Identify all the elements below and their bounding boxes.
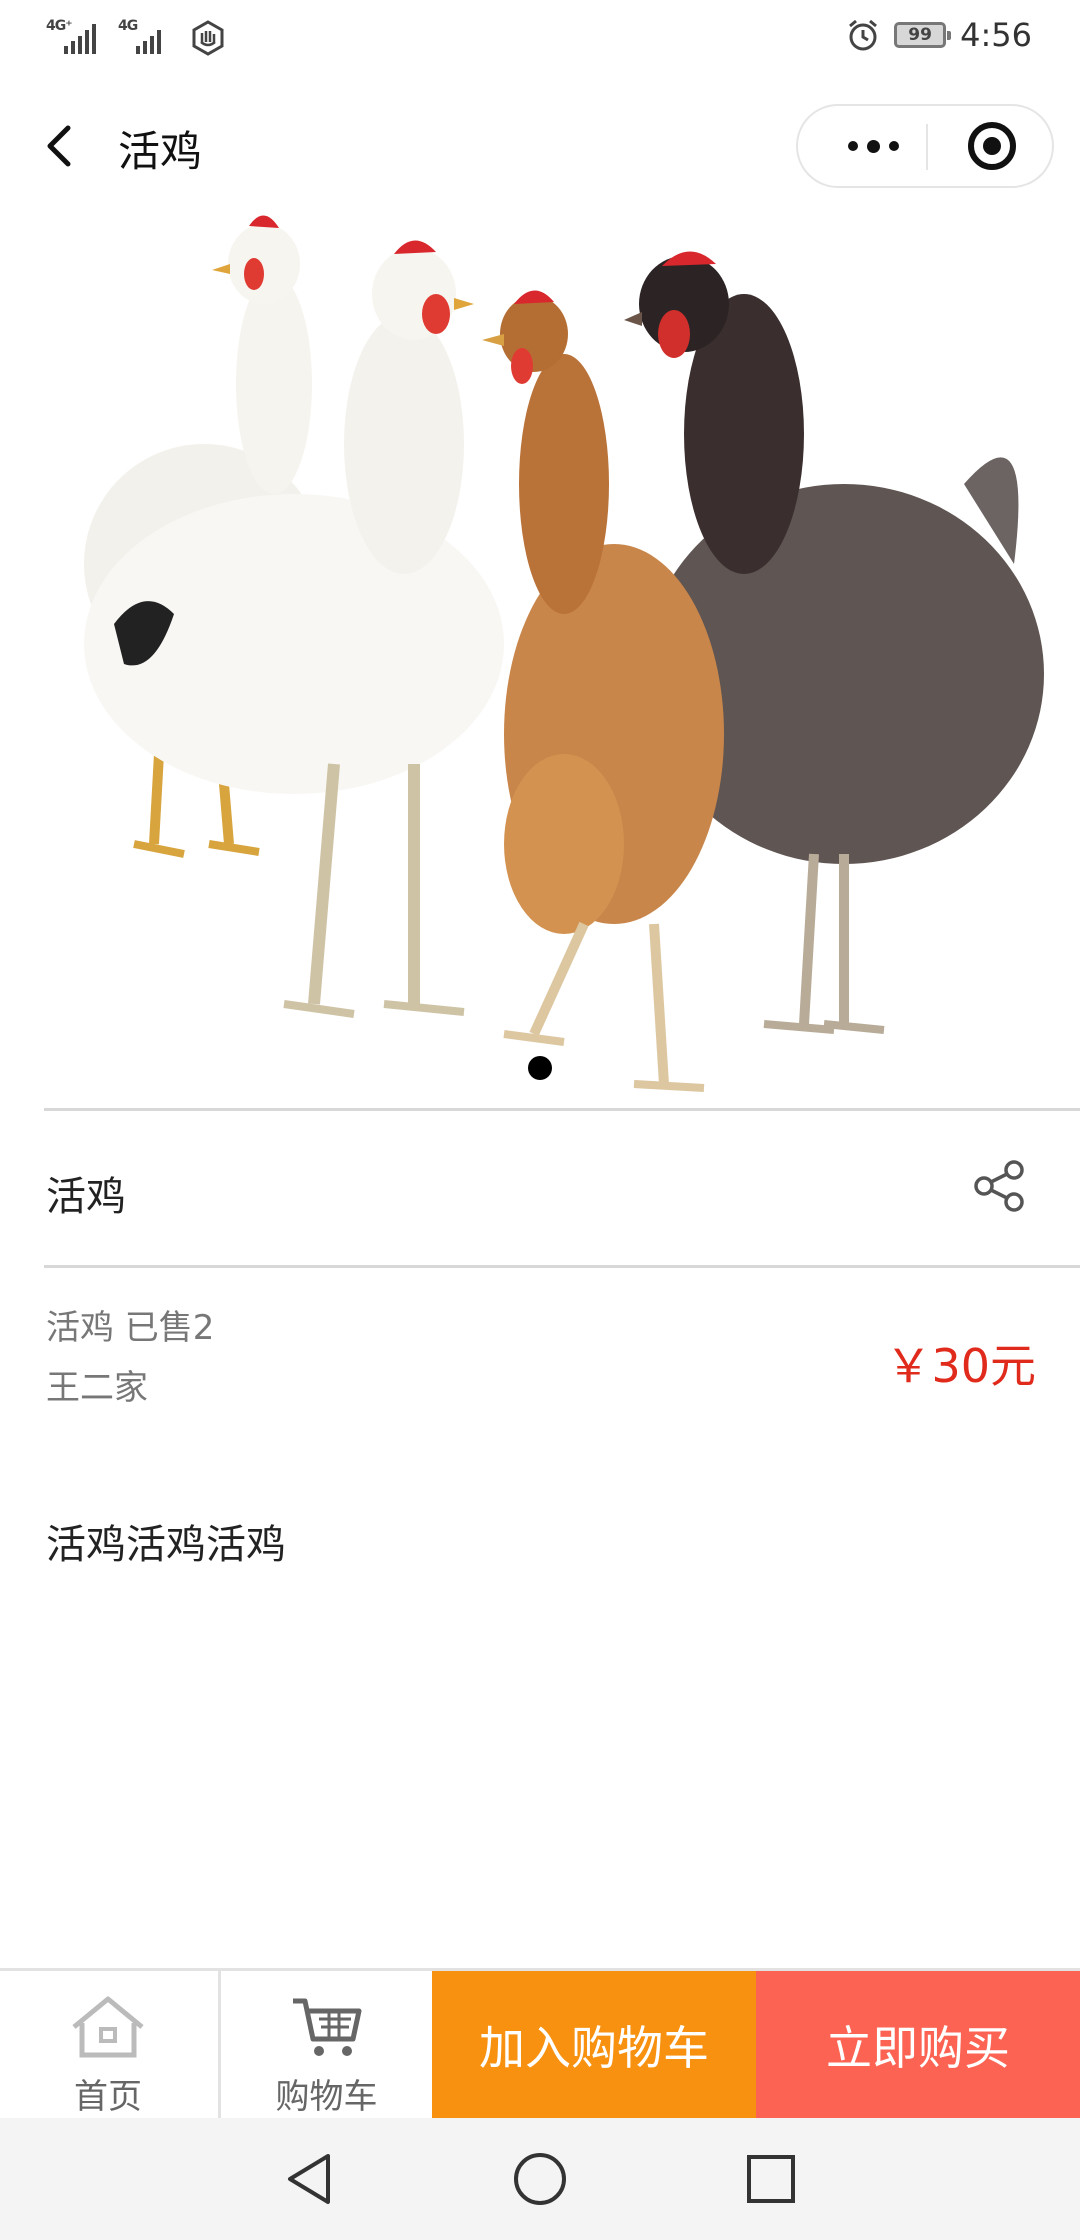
alarm-icon: [849, 19, 878, 51]
add-to-cart-button[interactable]: 加入购物车: [432, 1971, 756, 2118]
status-right: 99 4:56: [846, 16, 1032, 54]
status-left: 4G⁺ 4G: [46, 18, 226, 58]
product-image[interactable]: [44, 204, 1080, 1110]
target-close-icon[interactable]: [968, 122, 1016, 170]
home-label: 首页: [74, 2077, 142, 2117]
network-type: 4G: [118, 18, 138, 34]
cart-label: 购物车: [275, 2077, 378, 2117]
more-dots-icon[interactable]: [828, 106, 918, 186]
chevron-left-icon[interactable]: [36, 116, 84, 176]
status-bar: 4G⁺ 4G 99 4:56: [0, 0, 1080, 80]
mini-program-capsule: [796, 104, 1054, 188]
share-icon[interactable]: [970, 1156, 1030, 1216]
carousel-indicator-dot: [528, 1056, 552, 1080]
home-icon: [72, 1996, 144, 2058]
home-tab[interactable]: 首页: [0, 1971, 216, 2118]
triangle-back-icon[interactable]: [278, 2148, 340, 2210]
signal-icon: 4G: [118, 18, 178, 58]
product-sold-count: 活鸡 已售2: [46, 1308, 215, 1348]
product-title-row: 活鸡: [44, 1112, 1080, 1266]
nav-bar: 活鸡: [0, 88, 1080, 204]
signal-icon: 4G⁺: [46, 18, 106, 58]
cart-tab[interactable]: 购物车: [218, 1971, 432, 2118]
divider: [44, 1108, 1080, 1111]
seller-name: 王二家: [46, 1368, 148, 1408]
capsule-divider: [926, 124, 928, 170]
hand-icon: [192, 20, 224, 56]
system-nav-bar: [0, 2118, 1080, 2240]
bottom-action-bar: 首页 购物车 加入购物车 立即购买: [0, 1968, 1080, 2118]
clock: 4:56: [960, 16, 1032, 54]
page-title: 活鸡: [118, 127, 203, 176]
circle-home-icon[interactable]: [509, 2148, 571, 2210]
battery-icon: 99: [894, 22, 952, 48]
divider: [44, 1265, 1080, 1268]
product-description: 活鸡活鸡活鸡: [46, 1522, 286, 1568]
cart-icon: [292, 1998, 361, 2056]
buy-now-button[interactable]: 立即购买: [756, 1971, 1080, 2118]
square-recents-icon[interactable]: [740, 2148, 802, 2210]
product-name: 活鸡: [46, 1174, 126, 1220]
product-price: ￥30元: [885, 1339, 1036, 1393]
